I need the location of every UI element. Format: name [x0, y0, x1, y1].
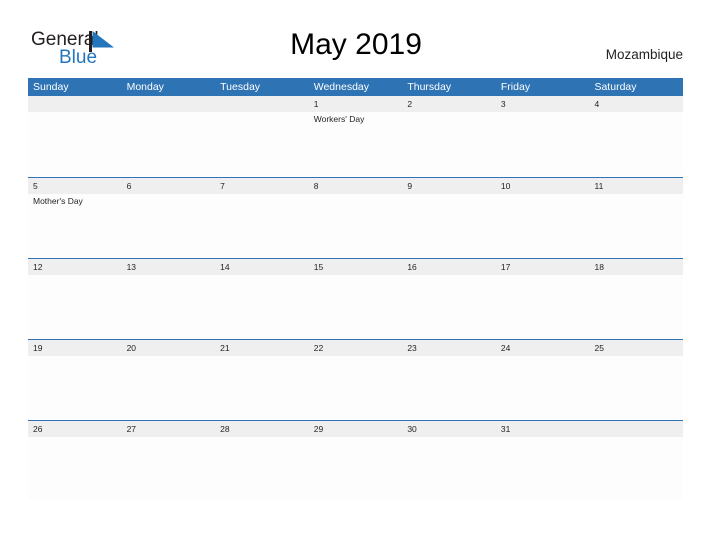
- calendar-page: General Blue May 2019 Mozambique Sunday …: [0, 0, 712, 550]
- day-number[interactable]: 24: [496, 340, 590, 356]
- day-cell[interactable]: [402, 356, 496, 419]
- week-date-band: 12 13 14 15 16 17 18: [28, 259, 683, 275]
- day-number[interactable]: 29: [309, 421, 403, 437]
- week-event-band: [28, 437, 683, 500]
- day-number[interactable]: 2: [402, 96, 496, 112]
- week-date-band: 26 27 28 29 30 31: [28, 421, 683, 437]
- week-row: 19 20 21 22 23 24 25: [28, 339, 683, 420]
- day-number[interactable]: 31: [496, 421, 590, 437]
- day-number[interactable]: 11: [589, 178, 683, 194]
- day-cell[interactable]: [402, 275, 496, 338]
- day-cell[interactable]: [28, 275, 122, 338]
- day-cell[interactable]: [496, 275, 590, 338]
- day-number[interactable]: 28: [215, 421, 309, 437]
- day-number[interactable]: 10: [496, 178, 590, 194]
- week-row: 5 6 7 8 9 10 11 Mother's Day: [28, 177, 683, 258]
- day-number[interactable]: 7: [215, 178, 309, 194]
- week-event-band: Workers' Day: [28, 112, 683, 175]
- day-cell[interactable]: [589, 194, 683, 257]
- day-number[interactable]: 6: [122, 178, 216, 194]
- weekday-header-friday: Friday: [500, 81, 531, 93]
- day-event-label: Workers' Day: [313, 114, 365, 124]
- day-cell[interactable]: [496, 437, 590, 500]
- week-event-band: [28, 275, 683, 338]
- day-cell[interactable]: [215, 194, 309, 257]
- week-row: 26 27 28 29 30 31: [28, 420, 683, 501]
- day-number[interactable]: 13: [122, 259, 216, 275]
- day-number[interactable]: 30: [402, 421, 496, 437]
- week-date-band: 19 20 21 22 23 24 25: [28, 340, 683, 356]
- day-number[interactable]: 8: [309, 178, 403, 194]
- day-number[interactable]: 17: [496, 259, 590, 275]
- day-number[interactable]: [589, 421, 683, 437]
- weekday-header-thursday: Thursday: [407, 81, 452, 93]
- day-cell[interactable]: [402, 437, 496, 500]
- day-number[interactable]: 26: [28, 421, 122, 437]
- calendar-grid: Sunday Monday Tuesday Wednesday Thursday…: [28, 78, 683, 501]
- day-cell[interactable]: [309, 356, 403, 419]
- week-row: 12 13 14 15 16 17 18: [28, 258, 683, 339]
- day-number[interactable]: 22: [309, 340, 403, 356]
- day-cell[interactable]: Workers' Day: [309, 112, 403, 175]
- day-event-label: Mother's Day: [33, 196, 83, 206]
- day-number[interactable]: 5: [28, 178, 122, 194]
- week-event-band: [28, 356, 683, 419]
- day-cell[interactable]: [589, 112, 683, 175]
- day-cell[interactable]: [309, 194, 403, 257]
- day-number[interactable]: 16: [402, 259, 496, 275]
- week-date-band: 5 6 7 8 9 10 11: [28, 178, 683, 194]
- week-date-band: 1 2 3 4: [28, 96, 683, 112]
- day-number[interactable]: 18: [589, 259, 683, 275]
- day-number[interactable]: 3: [496, 96, 590, 112]
- weekday-header-sunday: Sunday: [33, 81, 69, 93]
- day-cell[interactable]: [122, 194, 216, 257]
- day-number[interactable]: [215, 96, 309, 112]
- day-number[interactable]: [28, 96, 122, 112]
- day-cell[interactable]: [122, 356, 216, 419]
- day-number[interactable]: 21: [215, 340, 309, 356]
- country-label: Mozambique: [605, 47, 683, 62]
- day-cell[interactable]: [122, 112, 216, 175]
- week-event-band: Mother's Day: [28, 194, 683, 257]
- day-number[interactable]: 23: [402, 340, 496, 356]
- day-cell[interactable]: [589, 275, 683, 338]
- day-number[interactable]: 27: [122, 421, 216, 437]
- weekday-header-monday: Monday: [126, 81, 164, 93]
- day-cell[interactable]: [215, 112, 309, 175]
- day-cell[interactable]: [589, 437, 683, 500]
- day-cell[interactable]: [28, 437, 122, 500]
- day-cell[interactable]: [28, 356, 122, 419]
- day-cell[interactable]: [215, 275, 309, 338]
- day-cell[interactable]: [309, 437, 403, 500]
- day-cell[interactable]: [496, 112, 590, 175]
- day-number[interactable]: 1: [309, 96, 403, 112]
- day-number[interactable]: 19: [28, 340, 122, 356]
- day-number[interactable]: [122, 96, 216, 112]
- page-header: General Blue May 2019 Mozambique: [0, 0, 712, 78]
- day-number[interactable]: 12: [28, 259, 122, 275]
- day-number[interactable]: 4: [589, 96, 683, 112]
- week-row: 1 2 3 4 Workers' Day: [28, 96, 683, 177]
- weekday-header-saturday: Saturday: [594, 81, 637, 93]
- day-number[interactable]: 9: [402, 178, 496, 194]
- day-number[interactable]: 14: [215, 259, 309, 275]
- day-cell[interactable]: [215, 437, 309, 500]
- day-cell[interactable]: [402, 112, 496, 175]
- day-number[interactable]: 20: [122, 340, 216, 356]
- day-cell[interactable]: [28, 112, 122, 175]
- day-cell[interactable]: [309, 275, 403, 338]
- day-cell[interactable]: [496, 194, 590, 257]
- weekday-header-wednesday: Wednesday: [313, 81, 369, 93]
- weekday-header-tuesday: Tuesday: [220, 81, 261, 93]
- day-cell[interactable]: [402, 194, 496, 257]
- day-cell[interactable]: [122, 275, 216, 338]
- weekday-header-row: Sunday Monday Tuesday Wednesday Thursday…: [28, 78, 683, 96]
- day-cell[interactable]: [496, 356, 590, 419]
- day-number[interactable]: 25: [589, 340, 683, 356]
- day-number[interactable]: 15: [309, 259, 403, 275]
- day-cell[interactable]: [122, 437, 216, 500]
- day-cell[interactable]: [215, 356, 309, 419]
- day-cell[interactable]: [589, 356, 683, 419]
- day-cell[interactable]: Mother's Day: [28, 194, 122, 257]
